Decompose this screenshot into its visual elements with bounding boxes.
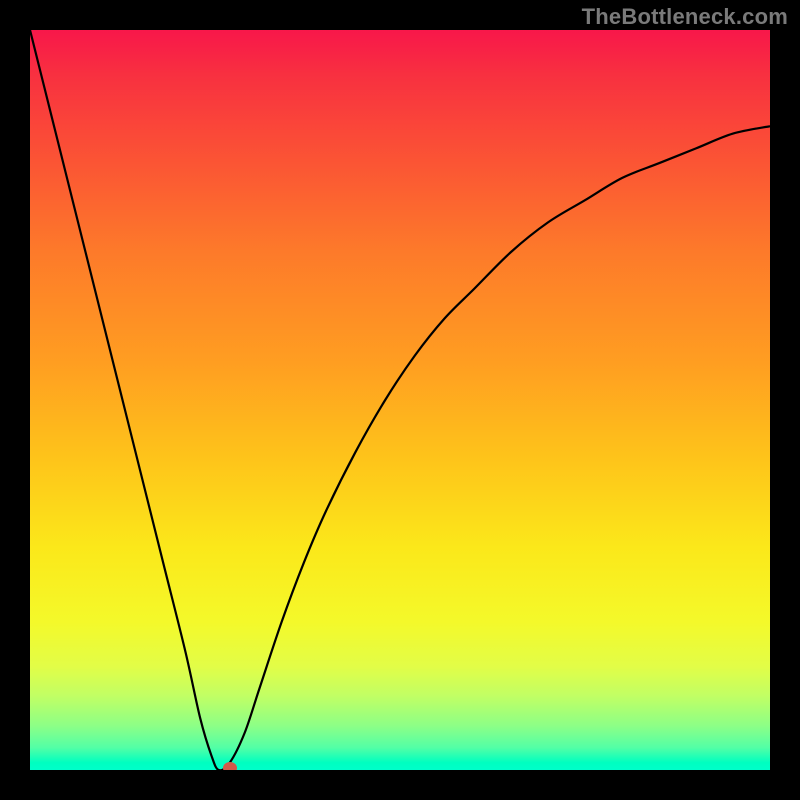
bottleneck-curve [30,30,770,770]
optimum-marker [223,762,237,770]
plot-area [30,30,770,770]
chart-frame: TheBottleneck.com [0,0,800,800]
watermark: TheBottleneck.com [582,4,788,30]
curve-svg [30,30,770,770]
